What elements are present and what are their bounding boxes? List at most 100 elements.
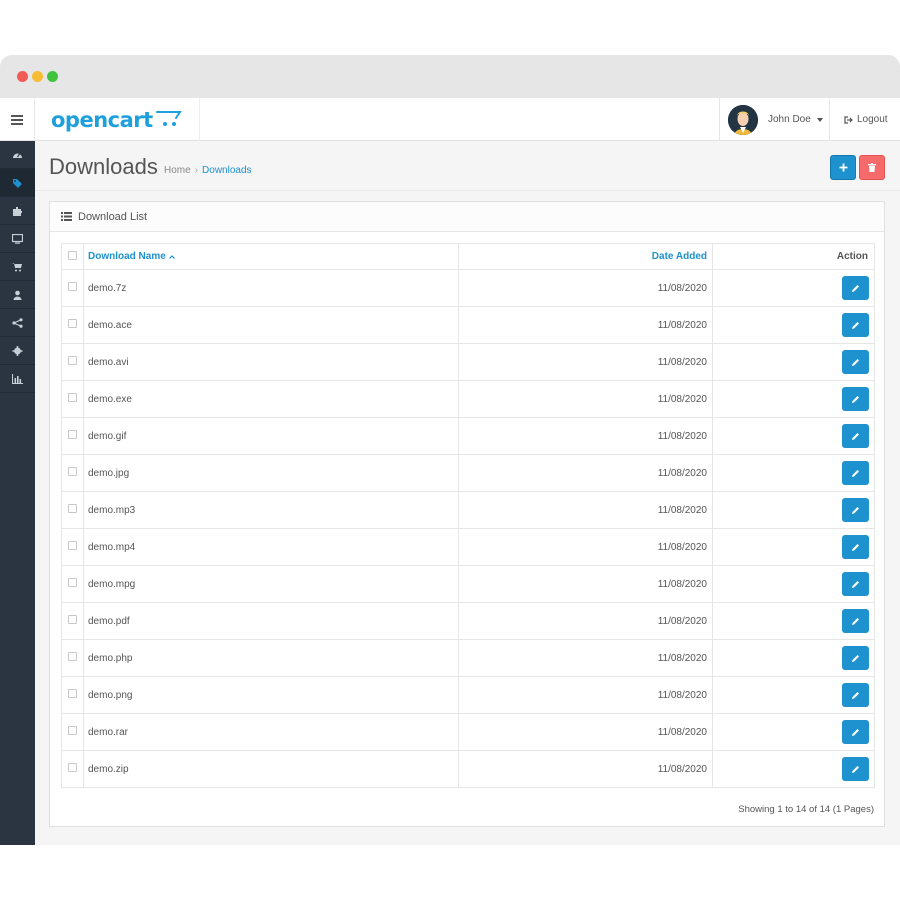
brand-logo[interactable]: opencart [35,98,200,141]
sidebar-item-sales[interactable] [0,253,35,281]
page-title: Downloads [49,154,158,179]
download-name: demo.jpg [83,454,459,492]
user-menu[interactable]: John Doe [719,98,830,141]
sidebar-item-catalog[interactable] [0,169,35,197]
row-action-cell [712,750,875,788]
row-checkbox-cell [61,380,84,418]
close-window-dot[interactable] [17,71,28,82]
date-added: 11/08/2020 [458,380,713,418]
row-checkbox[interactable] [68,578,77,587]
row-checkbox[interactable] [68,541,77,550]
row-checkbox[interactable] [68,689,77,698]
table-row: demo.mpg 11/08/2020 [61,565,875,603]
logout-link[interactable]: Logout [844,98,888,141]
edit-button[interactable] [842,757,869,781]
breadcrumb-downloads[interactable]: Downloads [202,165,251,176]
sidebar-item-system[interactable] [0,337,35,365]
row-action-cell [712,528,875,566]
plus-icon [839,163,847,172]
window-titlebar [0,55,900,98]
edit-button[interactable] [842,461,869,485]
dashboard-icon [13,153,22,158]
table-row: demo.pdf 11/08/2020 [61,602,875,640]
row-action-cell [712,491,875,529]
row-checkbox-cell [61,306,84,344]
edit-button[interactable] [842,535,869,559]
row-checkbox[interactable] [68,467,77,476]
row-checkbox[interactable] [68,652,77,661]
sidebar-item-marketing[interactable] [0,309,35,337]
edit-button[interactable] [842,498,869,522]
row-checkbox[interactable] [68,393,77,402]
menu-toggle-button[interactable] [0,98,35,141]
pencil-icon [852,469,859,477]
date-added: 11/08/2020 [458,269,713,307]
date-added: 11/08/2020 [458,676,713,714]
download-name: demo.exe [83,380,459,418]
panel-heading: Download List [50,202,884,232]
sidebar-item-customers[interactable] [0,281,35,309]
desktop-icon [12,233,23,244]
edit-button[interactable] [842,646,869,670]
breadcrumb-home[interactable]: Home [164,165,191,176]
bar-chart-icon [12,373,23,384]
add-new-button[interactable] [830,155,856,180]
list-icon [61,212,72,221]
download-name: demo.zip [83,750,459,788]
row-checkbox-cell [61,528,84,566]
row-checkbox[interactable] [68,430,77,439]
pencil-icon [852,728,859,736]
sidebar [0,141,35,845]
logout-label: Logout [857,114,888,125]
column-date-added[interactable]: Date Added [458,243,713,270]
sidebar-item-design[interactable] [0,225,35,253]
select-all-checkbox[interactable] [68,250,77,260]
row-action-cell [712,454,875,492]
row-checkbox-cell [61,343,84,381]
row-checkbox[interactable] [68,763,77,772]
download-name: demo.ace [83,306,459,344]
row-action-cell [712,306,875,344]
table-row: demo.exe 11/08/2020 [61,380,875,418]
minimize-window-dot[interactable] [32,71,43,82]
maximize-window-dot[interactable] [47,71,58,82]
breadcrumb: Home › Downloads [164,165,252,176]
row-checkbox[interactable] [68,319,77,328]
sidebar-item-extensions[interactable] [0,197,35,225]
edit-button[interactable] [842,313,869,337]
row-checkbox[interactable] [68,615,77,624]
row-checkbox[interactable] [68,726,77,735]
delete-button[interactable] [859,155,885,180]
edit-button[interactable] [842,387,869,411]
cog-icon [12,345,23,356]
edit-button[interactable] [842,683,869,707]
download-name: demo.7z [83,269,459,307]
row-action-cell [712,269,875,307]
sidebar-item-reports[interactable] [0,365,35,393]
edit-button[interactable] [842,572,869,596]
row-action-cell [712,417,875,455]
edit-button[interactable] [842,424,869,448]
row-checkbox[interactable] [68,504,77,513]
pencil-icon [852,691,859,699]
top-header: opencart John Doe Logout [0,98,900,141]
pencil-icon [852,284,859,292]
edit-button[interactable] [842,350,869,374]
column-action: Action [712,243,875,270]
edit-button[interactable] [842,720,869,744]
edit-button[interactable] [842,609,869,633]
download-name: demo.mpg [83,565,459,603]
date-added: 11/08/2020 [458,343,713,381]
date-added: 11/08/2020 [458,565,713,603]
table-row: demo.avi 11/08/2020 [61,343,875,381]
edit-button[interactable] [842,276,869,300]
column-download-name[interactable]: Download Name [83,243,459,270]
table-row: demo.zip 11/08/2020 [61,750,875,788]
table-row: demo.png 11/08/2020 [61,676,875,714]
row-action-cell [712,343,875,381]
sidebar-item-dashboard[interactable] [0,141,35,169]
pencil-icon [852,617,859,625]
row-action-cell [712,676,875,714]
row-checkbox[interactable] [68,282,77,291]
row-checkbox[interactable] [68,356,77,365]
